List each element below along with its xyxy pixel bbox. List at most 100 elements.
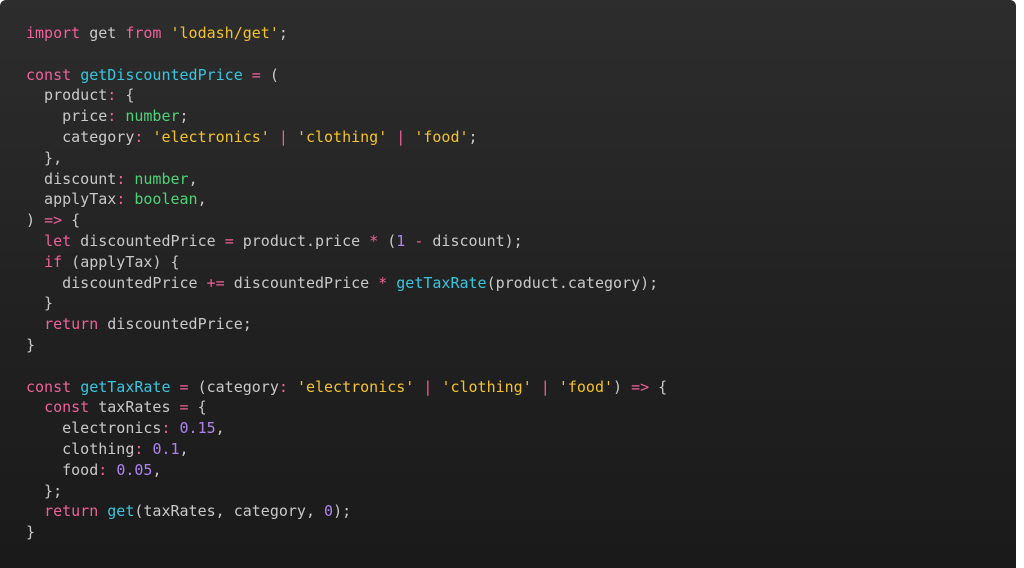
punctuation-token: ; — [468, 127, 478, 146]
type-token: boolean — [134, 190, 198, 209]
punctuation-token: ) — [613, 377, 623, 396]
number-token: 0.05 — [116, 460, 153, 479]
identifier-token: discount — [423, 231, 505, 250]
punctuation-token: , — [152, 460, 162, 479]
code-line: ) => { — [26, 210, 667, 231]
punctuation-token: ( — [260, 65, 279, 84]
operator-token: = — [179, 398, 189, 417]
identifier-token: price — [26, 107, 108, 126]
code-line: }, — [26, 148, 667, 169]
identifier-token — [387, 128, 396, 146]
type-token: number — [134, 169, 189, 188]
identifier-token — [532, 378, 541, 396]
operator-token: = — [224, 231, 234, 250]
punctuation-token: { — [649, 377, 668, 396]
identifier-token: electronics — [26, 419, 162, 438]
identifier-token: discount — [26, 169, 117, 188]
identifier-token — [26, 232, 44, 250]
punctuation-token: ); — [504, 231, 523, 250]
number-token: 0.15 — [179, 419, 216, 438]
identifier-token — [71, 66, 80, 84]
identifier-token: discountedPrice — [71, 231, 225, 250]
code-line: price: number; — [26, 106, 667, 127]
operator-token: = — [251, 65, 261, 84]
operator-token: | — [396, 127, 406, 146]
punctuation-token: , — [215, 419, 225, 438]
keyword-token: from — [125, 24, 162, 42]
punctuation-token: ); — [640, 273, 659, 292]
identifier-token: discountedPrice — [26, 273, 207, 292]
operator-token: * — [369, 231, 379, 250]
identifier-token — [387, 274, 396, 292]
string-token: 'electronics' — [296, 377, 415, 396]
identifier-token — [116, 107, 125, 125]
punctuation-token: , — [197, 190, 207, 209]
function-name-token: getDiscountedPrice — [80, 65, 243, 84]
punctuation-token: ) { — [152, 252, 180, 271]
identifier-token: get — [80, 24, 126, 42]
punctuation-token: , — [188, 169, 198, 188]
string-token: 'lodash/get' — [170, 24, 279, 42]
code-line: clothing: 0.1, — [26, 439, 667, 460]
code-line: } — [26, 293, 667, 314]
punctuation-token: { — [188, 398, 207, 417]
keyword-token: if — [44, 252, 63, 271]
identifier-token — [405, 128, 414, 146]
keyword-token: return — [44, 315, 99, 334]
identifier-token — [550, 378, 559, 396]
punctuation-token: } — [26, 294, 54, 313]
operator-token: : — [161, 419, 171, 438]
code-line: electronics: 0.15, — [26, 418, 667, 439]
number-token: 0 — [324, 502, 334, 521]
keyword-token: import — [26, 24, 81, 42]
keyword-token: const — [26, 377, 72, 396]
operator-token: | — [540, 377, 550, 396]
operator-token: => — [44, 211, 63, 230]
code-line: product: { — [26, 85, 667, 106]
code-line: } — [26, 335, 667, 356]
keyword-token: let — [44, 231, 72, 250]
punctuation-token: , — [179, 439, 189, 458]
identifier-token — [405, 232, 414, 250]
code-line: food: 0.05, — [26, 460, 667, 481]
identifier-token — [35, 211, 44, 229]
identifier-token: taxRates — [89, 398, 180, 417]
operator-token: = — [179, 377, 189, 396]
identifier-token: food — [26, 460, 99, 479]
identifier-token — [171, 378, 180, 396]
punctuation-token: ( — [486, 273, 496, 292]
code-line: discountedPrice += discountedPrice * get… — [26, 273, 667, 294]
operator-token: => — [631, 377, 650, 396]
punctuation-token: ; — [242, 315, 252, 334]
code-line: import get from 'lodash/get'; — [26, 23, 667, 44]
string-token: 'food' — [558, 377, 614, 396]
code-line: return get(taxRates, category, 0); — [26, 501, 667, 522]
identifier-token — [171, 419, 180, 437]
number-token: 1 — [396, 231, 406, 250]
operator-token: : — [98, 460, 108, 479]
identifier-token — [161, 24, 170, 42]
punctuation-token: ( — [188, 377, 207, 396]
code-line: const getTaxRate = (category: 'electroni… — [26, 377, 667, 398]
identifier-token: product.price — [233, 231, 370, 250]
identifier-token — [26, 502, 44, 520]
identifier-token: taxRates, category, — [143, 502, 325, 521]
number-token: 0.1 — [152, 439, 180, 458]
string-token: 'clothing' — [441, 377, 532, 396]
punctuation-token: { — [62, 211, 81, 230]
identifier-token: clothing — [26, 439, 135, 458]
code-line: category: 'electronics' | 'clothing' | '… — [26, 127, 667, 148]
operator-token: : — [278, 377, 288, 396]
operator-token: : — [116, 169, 126, 188]
function-name-token: getTaxRate — [80, 377, 171, 396]
punctuation-token: ) — [26, 211, 36, 230]
code-line: return discountedPrice; — [26, 314, 667, 335]
code-block: import get from 'lodash/get'; const getDi… — [26, 23, 667, 543]
punctuation-token: { — [116, 86, 135, 105]
identifier-token — [243, 66, 252, 84]
code-line: } — [26, 522, 667, 543]
identifier-token: category — [26, 127, 135, 146]
identifier-token: applyTax — [26, 190, 117, 209]
function-name-token: get — [107, 502, 135, 521]
